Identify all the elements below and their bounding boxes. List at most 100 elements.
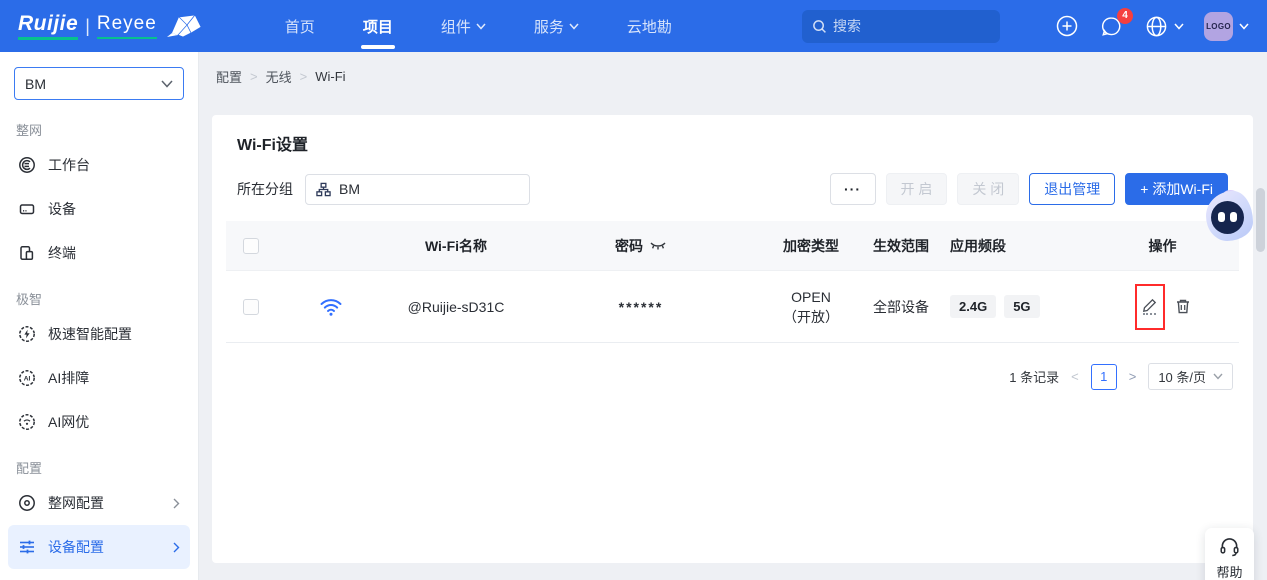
chevron-right-icon: [173, 542, 180, 553]
add-circle-button[interactable]: [1056, 15, 1078, 37]
sidebar-item-label: 工作台: [48, 155, 180, 175]
delete-button[interactable]: [1175, 298, 1191, 315]
language-button[interactable]: [1145, 15, 1184, 38]
page-size-select[interactable]: 10 条/页: [1148, 363, 1233, 390]
trash-icon: [1175, 298, 1191, 315]
encryption-type: OPEN: [756, 287, 866, 307]
group-input[interactable]: BM: [305, 174, 530, 205]
nav-item-components[interactable]: 组件: [417, 0, 510, 52]
table-header-row: Wi-Fi名称 密码 加密类型 生效范围 应用频段 操作: [226, 221, 1239, 271]
nav-item-label: 服务: [534, 16, 564, 37]
header-encryption: 加密类型: [756, 236, 866, 256]
target-icon: [18, 494, 36, 512]
wifi-table: Wi-Fi名称 密码 加密类型 生效范围 应用频段 操作 @Ruijie-sD3…: [226, 221, 1239, 343]
mascot-face: [1211, 201, 1244, 234]
brand-bird-icon: [165, 13, 203, 39]
svg-text:AI: AI: [24, 376, 31, 383]
nav-item-label: 云地勘: [627, 16, 672, 37]
workbench-icon: [18, 156, 36, 174]
nav-item-services[interactable]: 服务: [510, 0, 603, 52]
wifi-hex-icon: [18, 413, 36, 431]
more-actions-button[interactable]: ···: [830, 173, 876, 205]
breadcrumb-separator: >: [250, 69, 258, 84]
select-all-checkbox[interactable]: [243, 238, 259, 254]
message-count-badge: 4: [1117, 8, 1133, 24]
chevron-down-icon: [1213, 373, 1223, 380]
annotation-highlight-box: [1135, 284, 1165, 330]
assistant-mascot[interactable]: [1206, 191, 1253, 241]
breadcrumb-item[interactable]: 配置: [216, 67, 242, 86]
headset-icon: [1219, 537, 1240, 557]
chevron-down-icon: [161, 80, 173, 88]
controls-row: 所在分组 BM ··· 开 启 关 闭 退出管理 + 添加Wi-Fi: [226, 173, 1239, 205]
pagination: 1 条记录 < 1 > 10 条/页: [226, 363, 1239, 390]
encryption-cell: OPEN （开放）: [756, 287, 866, 327]
sidebar-item-devices[interactable]: 设备: [8, 187, 190, 231]
header-scope: 生效范围: [866, 236, 936, 256]
nav-item-home[interactable]: 首页: [261, 0, 339, 52]
sidebar-section-config: 配置: [0, 444, 198, 481]
scope-cell: 全部设备: [866, 297, 936, 317]
sidebar-item-quick-smart-config[interactable]: 极速智能配置: [8, 312, 190, 356]
plus-circle-icon: [1056, 15, 1078, 37]
breadcrumb-item[interactable]: 无线: [266, 67, 292, 86]
device-icon: [18, 200, 36, 218]
sidebar-section-smart: 极智: [0, 275, 198, 312]
brand-name: Ruijie: [18, 12, 78, 40]
header-password: 密码: [526, 236, 756, 256]
breadcrumb-separator: >: [300, 69, 308, 84]
main-nav: 首页 项目 组件 服务 云地勘: [261, 0, 696, 52]
actions-cell: [1086, 284, 1239, 330]
brand-divider: |: [85, 16, 90, 37]
breadcrumb: 配置 > 无线 > Wi-Fi: [200, 52, 1267, 86]
eye-closed-icon[interactable]: [649, 240, 667, 252]
main-content: 配置 > 无线 > Wi-Fi Wi-Fi设置 所在分组 BM ··· 开 启 …: [200, 52, 1267, 580]
group-input-value: BM: [339, 181, 360, 197]
nav-item-projects[interactable]: 项目: [339, 0, 417, 52]
exit-management-button[interactable]: 退出管理: [1029, 173, 1115, 205]
search-icon: [812, 19, 827, 34]
navbar-actions: 4: [1056, 15, 1184, 38]
sidebar-item-label: AI网优: [48, 412, 180, 432]
sidebar-item-network-config[interactable]: 整网配置: [8, 481, 190, 525]
row-checkbox[interactable]: [243, 299, 259, 315]
sidebar-item-label: AI排障: [48, 368, 180, 388]
bolt-circle-icon: [18, 325, 36, 343]
enable-button[interactable]: 开 启: [886, 173, 948, 205]
header-wifi-name: Wi-Fi名称: [386, 236, 526, 256]
breadcrumb-item-current: Wi-Fi: [315, 69, 345, 84]
search-input[interactable]: [833, 18, 983, 34]
group-select-value: BM: [25, 76, 46, 92]
current-page-button[interactable]: 1: [1091, 364, 1117, 390]
prev-page-button[interactable]: <: [1069, 369, 1081, 384]
account-menu[interactable]: LOGO: [1204, 12, 1249, 41]
chevron-down-icon: [569, 23, 579, 30]
table-row: @Ruijie-sD31C ****** OPEN （开放） 全部设备 2.4G…: [226, 271, 1239, 343]
sidebar-section-network: 整网: [0, 106, 198, 143]
sidebar-item-clients[interactable]: 终端: [8, 231, 190, 275]
next-page-button[interactable]: >: [1127, 369, 1139, 384]
sidebar-item-ai-network-optimization[interactable]: AI网优: [8, 400, 190, 444]
chevron-down-icon: [1239, 23, 1249, 30]
disable-button[interactable]: 关 闭: [957, 173, 1019, 205]
page-size-value: 10 条/页: [1158, 367, 1206, 386]
sidebar-item-ai-troubleshooting[interactable]: AI AI排障: [8, 356, 190, 400]
wifi-settings-card: Wi-Fi设置 所在分组 BM ··· 开 启 关 闭 退出管理 + 添加Wi-…: [212, 115, 1253, 563]
encryption-note: （开放）: [756, 307, 866, 327]
chevron-down-icon: [476, 23, 486, 30]
mascot-eye: [1230, 212, 1237, 222]
edit-pencil-icon: [1142, 298, 1157, 313]
help-widget[interactable]: 帮助: [1205, 528, 1254, 580]
sidebar-item-label: 设备: [48, 199, 180, 219]
edit-button[interactable]: [1142, 298, 1157, 315]
scrollbar-thumb[interactable]: [1256, 188, 1265, 252]
brand-logo[interactable]: Ruijie | Reyee: [18, 12, 203, 40]
nav-item-cloud-survey[interactable]: 云地勘: [603, 0, 696, 52]
sidebar-item-device-config[interactable]: 设备配置: [8, 525, 190, 569]
edit-underline: [1143, 313, 1156, 315]
messages-button[interactable]: 4: [1100, 15, 1123, 38]
brand-sub-name: Reyee: [97, 13, 157, 39]
mascot-eye: [1218, 212, 1225, 222]
sidebar-item-workbench[interactable]: 工作台: [8, 143, 190, 187]
group-select[interactable]: BM: [14, 67, 184, 100]
